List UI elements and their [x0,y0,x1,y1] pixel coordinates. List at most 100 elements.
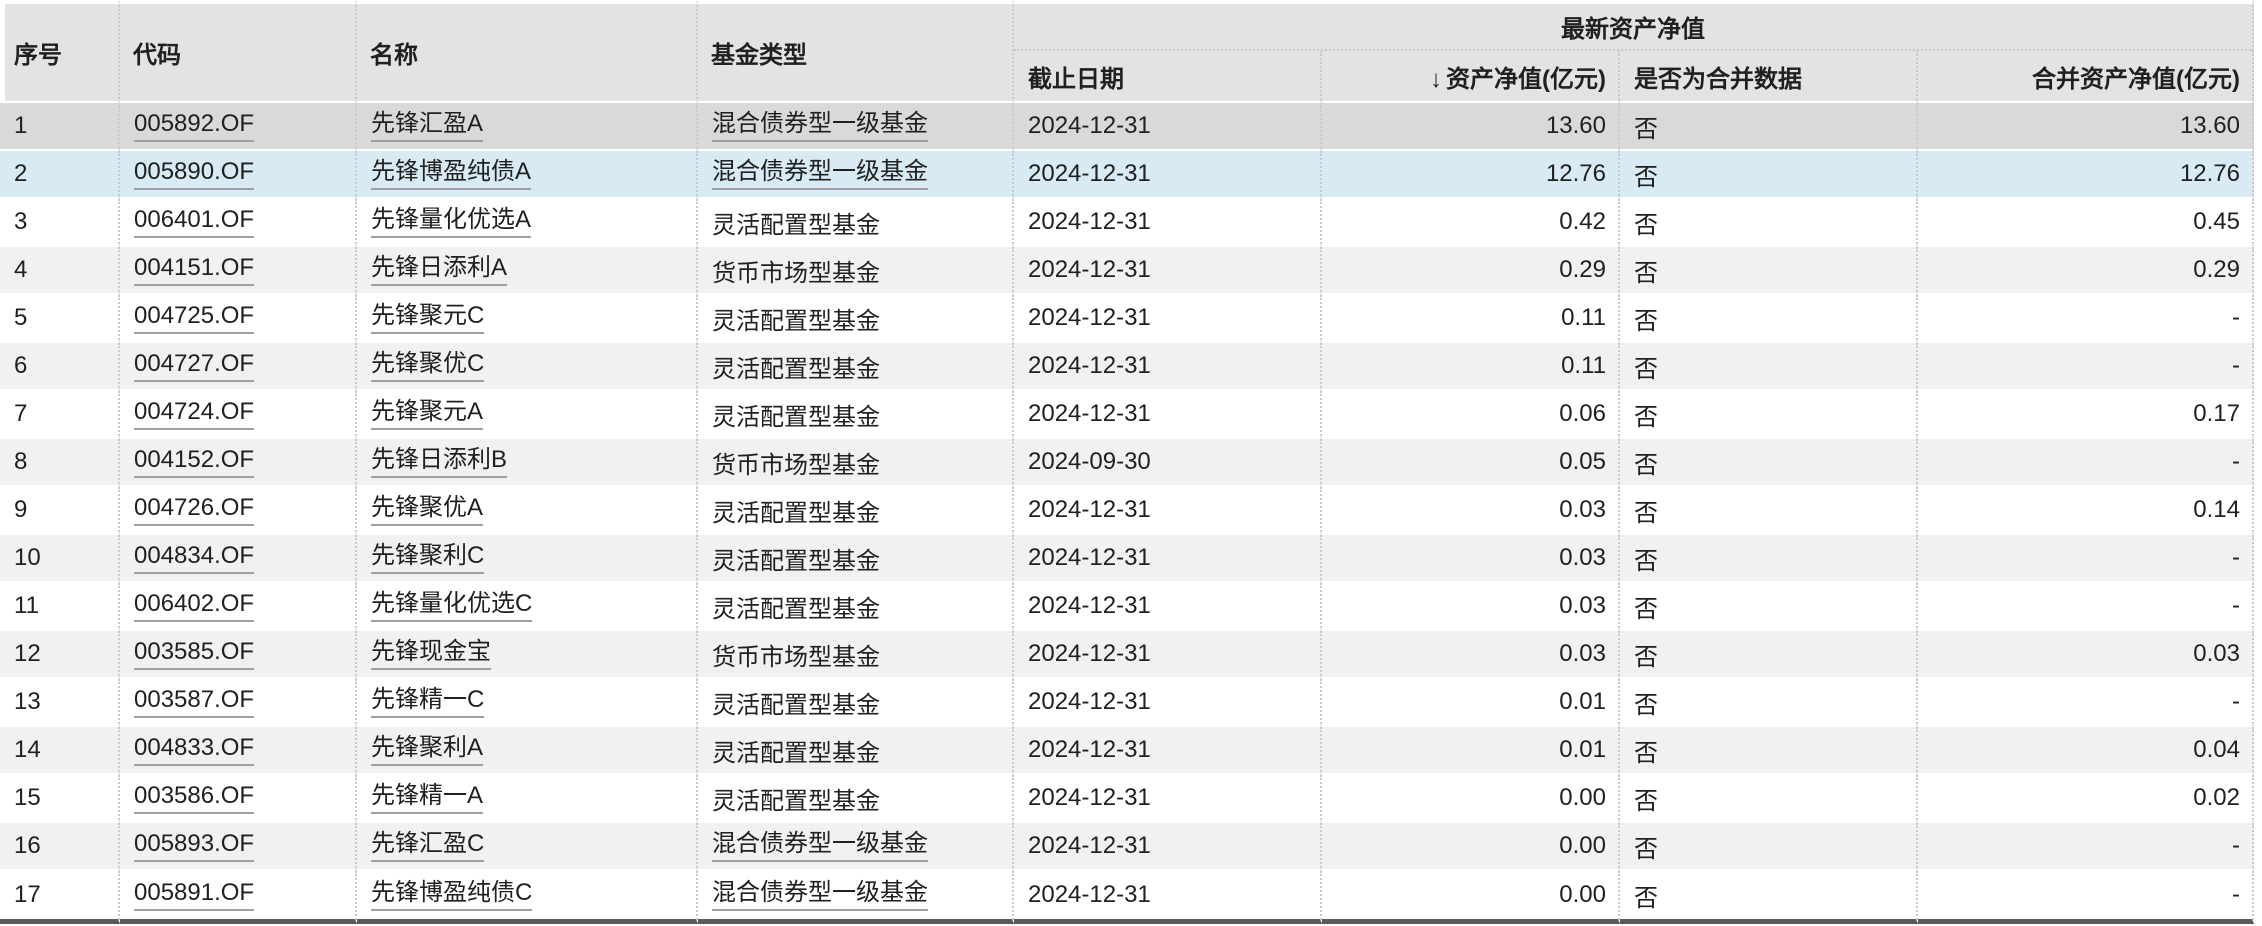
end-date-cell: 2024-12-31 [1014,487,1322,535]
fund-code-link[interactable]: 004151.OF [134,254,255,287]
nav-value-cell: 0.03 [1322,631,1620,679]
fund-code-link[interactable]: 004152.OF [134,446,255,479]
is-merged-cell: 否 [1620,727,1918,775]
merged-nav-cell: 12.76 [1918,151,2254,199]
fund-code-link[interactable]: 005890.OF [134,158,255,191]
fund-code-cell: 004725.OF [120,295,357,343]
is-merged-cell: 否 [1620,295,1918,343]
column-header-merged-nav[interactable]: 合并资产净值(亿元) [1918,51,2254,103]
fund-name-cell: 先锋聚利A [357,727,698,775]
fund-code-cell: 004727.OF [120,343,357,391]
column-header-end-date[interactable]: 截止日期 [1014,51,1322,103]
merged-nav-cell: 0.29 [1918,247,2254,295]
table-row[interactable]: 3 006401.OF 先锋量化优选A 灵活配置型基金 2024-12-31 0… [0,199,2254,247]
fund-type-text: 灵活配置型基金 [712,355,880,383]
fund-name-link[interactable]: 先锋汇盈A [371,110,484,143]
column-header-name[interactable]: 名称 [357,0,698,103]
fund-type-cell: 灵活配置型基金 [698,295,1014,343]
table-row[interactable]: 4 004151.OF 先锋日添利A 货币市场型基金 2024-12-31 0.… [0,247,2254,295]
column-header-code[interactable]: 代码 [120,0,357,103]
fund-code-link[interactable]: 006402.OF [134,590,255,623]
fund-code-link[interactable]: 004833.OF [134,734,255,767]
table-row[interactable]: 1 005892.OF 先锋汇盈A 混合债券型一级基金 2024-12-31 1… [0,103,2254,151]
nav-value-cell: 0.42 [1322,199,1620,247]
fund-name-link[interactable]: 先锋聚元A [371,398,484,431]
table-row[interactable]: 6 004727.OF 先锋聚优C 灵活配置型基金 2024-12-31 0.1… [0,343,2254,391]
fund-code-link[interactable]: 003585.OF [134,638,255,671]
fund-name-link[interactable]: 先锋博盈纯债A [371,158,532,191]
fund-type-text[interactable]: 混合债券型一级基金 [712,879,928,912]
fund-code-link[interactable]: 004727.OF [134,350,255,383]
fund-type-cell: 灵活配置型基金 [698,391,1014,439]
table-row[interactable]: 8 004152.OF 先锋日添利B 货币市场型基金 2024-09-30 0.… [0,439,2254,487]
fund-name-link[interactable]: 先锋量化优选C [371,590,533,623]
fund-name-link[interactable]: 先锋精一C [371,686,485,719]
end-date-cell: 2024-12-31 [1014,391,1322,439]
fund-name-link[interactable]: 先锋聚利C [371,542,485,575]
fund-name-link[interactable]: 先锋现金宝 [371,638,491,671]
table-row[interactable]: 16 005893.OF 先锋汇盈C 混合债券型一级基金 2024-12-31 … [0,823,2254,871]
fund-code-link[interactable]: 005892.OF [134,110,255,143]
column-header-type[interactable]: 基金类型 [698,0,1014,103]
fund-code-link[interactable]: 004724.OF [134,398,255,431]
fund-code-cell: 004834.OF [120,535,357,583]
nav-value-cell: 0.00 [1322,775,1620,823]
row-index-cell: 17 [0,871,120,924]
sort-desc-icon: ↓ [1430,65,1443,93]
end-date-cell: 2024-12-31 [1014,343,1322,391]
fund-type-text[interactable]: 混合债券型一级基金 [712,158,928,191]
fund-name-link[interactable]: 先锋博盈纯债C [371,879,533,912]
fund-type-cell: 混合债券型一级基金 [698,103,1014,151]
column-header-nav[interactable]: ↓ 资产净值(亿元) [1322,51,1620,103]
merged-nav-cell: 0.02 [1918,775,2254,823]
fund-type-text[interactable]: 混合债券型一级基金 [712,830,928,863]
fund-name-link[interactable]: 先锋聚优C [371,350,485,383]
table-row[interactable]: 14 004833.OF 先锋聚利A 灵活配置型基金 2024-12-31 0.… [0,727,2254,775]
end-date-cell: 2024-12-31 [1014,247,1322,295]
table-row[interactable]: 15 003586.OF 先锋精一A 灵活配置型基金 2024-12-31 0.… [0,775,2254,823]
fund-code-link[interactable]: 004726.OF [134,494,255,527]
table-row[interactable]: 10 004834.OF 先锋聚利C 灵活配置型基金 2024-12-31 0.… [0,535,2254,583]
column-header-is-merged[interactable]: 是否为合并数据 [1620,51,1918,103]
row-index-cell: 7 [0,391,120,439]
fund-code-link[interactable]: 004834.OF [134,542,255,575]
table-row[interactable]: 2 005890.OF 先锋博盈纯债A 混合债券型一级基金 2024-12-31… [0,151,2254,199]
fund-type-cell: 混合债券型一级基金 [698,823,1014,871]
is-merged-cell: 否 [1620,631,1918,679]
fund-code-link[interactable]: 003586.OF [134,782,255,815]
table-row[interactable]: 13 003587.OF 先锋精一C 灵活配置型基金 2024-12-31 0.… [0,679,2254,727]
table-row[interactable]: 12 003585.OF 先锋现金宝 货币市场型基金 2024-12-31 0.… [0,631,2254,679]
table-row[interactable]: 7 004724.OF 先锋聚元A 灵活配置型基金 2024-12-31 0.0… [0,391,2254,439]
table-body: 1 005892.OF 先锋汇盈A 混合债券型一级基金 2024-12-31 1… [0,103,2254,924]
column-header-nav-label: 资产净值(亿元) [1446,65,1606,93]
fund-name-link[interactable]: 先锋日添利A [371,254,508,287]
row-index-cell: 12 [0,631,120,679]
fund-code-link[interactable]: 003587.OF [134,686,255,719]
fund-type-text: 灵活配置型基金 [712,499,880,527]
fund-name-link[interactable]: 先锋精一A [371,782,484,815]
table-row[interactable]: 17 005891.OF 先锋博盈纯债C 混合债券型一级基金 2024-12-3… [0,871,2254,924]
fund-name-link[interactable]: 先锋聚优A [371,494,484,527]
table-row[interactable]: 11 006402.OF 先锋量化优选C 灵活配置型基金 2024-12-31 … [0,583,2254,631]
fund-code-cell: 003587.OF [120,679,357,727]
nav-value-cell: 0.01 [1322,679,1620,727]
fund-name-cell: 先锋聚优C [357,343,698,391]
fund-code-cell: 005893.OF [120,823,357,871]
end-date-cell: 2024-12-31 [1014,535,1322,583]
fund-code-link[interactable]: 004725.OF [134,302,255,335]
fund-type-text: 灵活配置型基金 [712,739,880,767]
table-row[interactable]: 5 004725.OF 先锋聚元C 灵活配置型基金 2024-12-31 0.1… [0,295,2254,343]
fund-name-link[interactable]: 先锋量化优选A [371,206,532,239]
fund-name-link[interactable]: 先锋聚元C [371,302,485,335]
end-date-cell: 2024-12-31 [1014,679,1322,727]
merged-nav-cell: 0.04 [1918,727,2254,775]
fund-name-link[interactable]: 先锋日添利B [371,446,508,479]
fund-type-text: 灵活配置型基金 [712,403,880,431]
fund-code-link[interactable]: 006401.OF [134,206,255,239]
fund-code-link[interactable]: 005893.OF [134,830,255,863]
fund-name-link[interactable]: 先锋聚利A [371,734,484,767]
table-row[interactable]: 9 004726.OF 先锋聚优A 灵活配置型基金 2024-12-31 0.0… [0,487,2254,535]
fund-name-link[interactable]: 先锋汇盈C [371,830,485,863]
fund-code-link[interactable]: 005891.OF [134,879,255,912]
fund-type-text[interactable]: 混合债券型一级基金 [712,110,928,143]
